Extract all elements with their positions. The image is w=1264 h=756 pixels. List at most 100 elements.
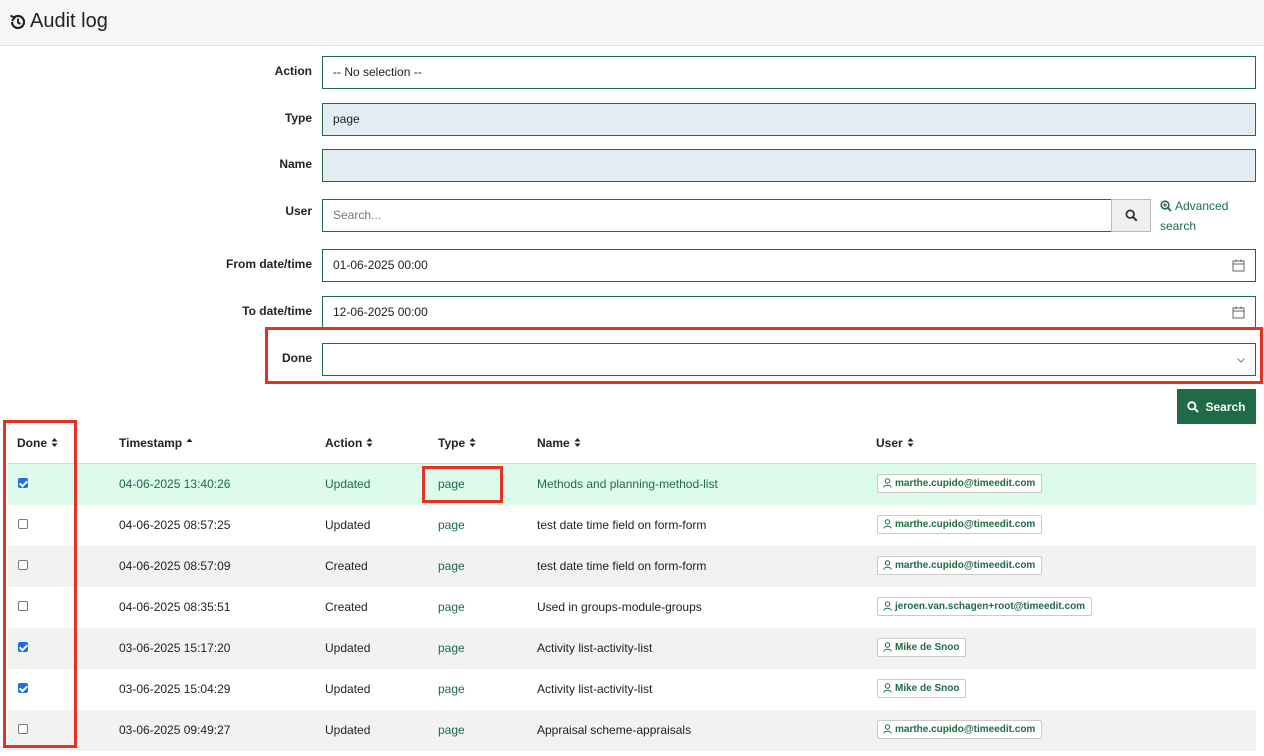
user-badge[interactable]: jeroen.van.schagen+root@timeedit.com bbox=[877, 597, 1093, 616]
user-badge-label: marthe.cupido@timeedit.com bbox=[895, 560, 1036, 571]
user-icon bbox=[883, 519, 892, 529]
user-badge-label: marthe.cupido@timeedit.com bbox=[895, 724, 1036, 735]
table-row[interactable]: 03-06-2025 15:04:29 Updated page Activity l… bbox=[8, 669, 1256, 710]
name-cell: Activity list-activity-list bbox=[537, 641, 653, 655]
type-field: page bbox=[322, 103, 1256, 136]
name-label: Name bbox=[279, 157, 312, 171]
column-header-done[interactable]: Done bbox=[17, 436, 58, 450]
done-checkbox[interactable] bbox=[18, 560, 28, 570]
to-date-value: 12-06-2025 00:00 bbox=[333, 305, 428, 319]
calendar-icon bbox=[1232, 259, 1245, 272]
user-label: User bbox=[285, 204, 312, 218]
table-row[interactable]: 04-06-2025 13:40:26 Updated page Methods an… bbox=[8, 464, 1256, 505]
user-icon bbox=[883, 560, 892, 570]
history-icon bbox=[10, 14, 26, 30]
user-search-input[interactable]: Search... bbox=[322, 199, 1112, 232]
name-cell: Activity list-activity-list bbox=[537, 682, 653, 696]
sort-icon bbox=[574, 438, 581, 447]
user-icon bbox=[883, 683, 892, 693]
sort-ascending-icon bbox=[186, 438, 193, 442]
column-header-action[interactable]: Action bbox=[325, 436, 373, 450]
action-cell: Created bbox=[325, 559, 368, 573]
type-cell: page bbox=[438, 723, 465, 737]
chevron-down-icon bbox=[1237, 358, 1245, 363]
to-date-input[interactable]: 12-06-2025 00:00 bbox=[322, 296, 1256, 329]
action-cell: Updated bbox=[325, 682, 371, 696]
done-checkbox[interactable] bbox=[18, 724, 28, 734]
timestamp-cell: 04-06-2025 08:57:09 bbox=[119, 559, 231, 573]
name-cell: Appraisal scheme-appraisals bbox=[537, 723, 692, 737]
table-row[interactable]: 04-06-2025 08:57:25 Updated page test date … bbox=[8, 505, 1256, 546]
done-checkbox[interactable] bbox=[18, 683, 28, 693]
user-badge-label: marthe.cupido@timeedit.com bbox=[895, 519, 1036, 530]
action-cell: Created bbox=[325, 600, 368, 614]
done-checkbox[interactable] bbox=[18, 601, 28, 611]
page-title: Audit log bbox=[30, 10, 108, 32]
user-badge[interactable]: Mike de Snoo bbox=[877, 638, 967, 657]
user-badge-label: Mike de Snoo bbox=[895, 683, 960, 694]
user-icon bbox=[883, 478, 892, 488]
column-header-name-label: Name bbox=[537, 436, 570, 450]
user-icon bbox=[883, 601, 892, 611]
table-row[interactable]: 03-06-2025 09:49:27 Updated page Appraisal … bbox=[8, 710, 1256, 751]
user-badge[interactable]: marthe.cupido@timeedit.com bbox=[877, 720, 1043, 739]
type-cell: page bbox=[438, 518, 465, 532]
to-date-label: To date/time bbox=[242, 304, 312, 318]
column-header-user-label: User bbox=[876, 436, 903, 450]
sort-icon bbox=[51, 438, 58, 447]
timestamp-cell: 04-06-2025 13:40:26 bbox=[119, 477, 231, 491]
done-filter-select[interactable] bbox=[322, 343, 1256, 376]
from-date-input[interactable]: 01-06-2025 00:00 bbox=[322, 249, 1256, 282]
action-cell: Updated bbox=[325, 641, 371, 655]
user-badge-label: marthe.cupido@timeedit.com bbox=[895, 478, 1036, 489]
done-filter-label: Done bbox=[282, 351, 312, 365]
search-button[interactable]: Search bbox=[1177, 389, 1256, 424]
column-header-type-label: Type bbox=[438, 436, 466, 450]
search-icon bbox=[1125, 209, 1138, 222]
action-label: Action bbox=[274, 64, 312, 78]
type-cell: page bbox=[438, 641, 465, 655]
sort-icon bbox=[469, 438, 476, 447]
timestamp-cell: 03-06-2025 15:04:29 bbox=[119, 682, 231, 696]
advanced-search-link[interactable]: Advanced search bbox=[1160, 196, 1255, 236]
user-badge[interactable]: marthe.cupido@timeedit.com bbox=[877, 515, 1043, 534]
calendar-icon bbox=[1232, 306, 1245, 319]
user-badge[interactable]: marthe.cupido@timeedit.com bbox=[877, 556, 1043, 575]
user-icon bbox=[883, 642, 892, 652]
column-header-action-label: Action bbox=[325, 436, 363, 450]
done-checkbox[interactable] bbox=[18, 478, 28, 488]
sort-icon bbox=[907, 438, 914, 447]
table-row[interactable]: 03-06-2025 15:17:20 Updated page Activity l… bbox=[8, 628, 1256, 669]
sort-icon bbox=[366, 438, 373, 447]
search-button-label: Search bbox=[1205, 400, 1246, 414]
type-label: Type bbox=[284, 111, 312, 125]
column-header-timestamp-label: Timestamp bbox=[119, 436, 183, 450]
done-checkbox[interactable] bbox=[18, 642, 28, 652]
table-row[interactable]: 04-06-2025 08:35:51 Created page Used in gr… bbox=[8, 587, 1256, 628]
search-icon bbox=[1187, 401, 1200, 413]
action-cell: Updated bbox=[325, 723, 371, 737]
action-cell: Updated bbox=[325, 518, 371, 532]
type-cell: page bbox=[438, 682, 465, 696]
column-header-name[interactable]: Name bbox=[537, 436, 581, 450]
action-select-value: -- No selection -- bbox=[333, 65, 422, 79]
user-search-placeholder: Search... bbox=[333, 208, 382, 222]
timestamp-cell: 03-06-2025 09:49:27 bbox=[119, 723, 231, 737]
column-header-timestamp[interactable]: Timestamp bbox=[119, 436, 193, 450]
from-date-label: From date/time bbox=[225, 257, 312, 271]
done-checkbox[interactable] bbox=[18, 519, 28, 529]
page-header: Audit log bbox=[0, 0, 1264, 46]
user-badge-label: jeroen.van.schagen+root@timeedit.com bbox=[895, 601, 1086, 612]
zoom-in-icon bbox=[1160, 200, 1172, 212]
type-field-value: page bbox=[333, 112, 360, 126]
user-search-button[interactable] bbox=[1111, 199, 1151, 232]
user-badge[interactable]: Mike de Snoo bbox=[877, 679, 967, 698]
timestamp-cell: 04-06-2025 08:35:51 bbox=[119, 600, 231, 614]
type-cell: page bbox=[438, 559, 465, 573]
column-header-user[interactable]: User bbox=[876, 436, 914, 450]
user-badge[interactable]: marthe.cupido@timeedit.com bbox=[877, 474, 1043, 493]
column-header-type[interactable]: Type bbox=[438, 436, 476, 450]
type-cell: page bbox=[438, 600, 465, 614]
action-select[interactable]: -- No selection -- bbox=[322, 56, 1256, 89]
table-row[interactable]: 04-06-2025 08:57:09 Created page test date … bbox=[8, 546, 1256, 587]
